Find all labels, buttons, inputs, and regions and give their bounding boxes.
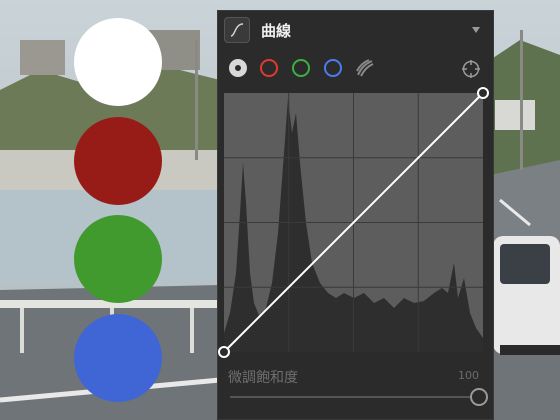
curve-point-black[interactable]: [218, 346, 230, 358]
saturation-label: 微調飽和度: [228, 370, 298, 386]
white-swatch: [74, 18, 162, 106]
curves-panel: 曲線 微調飽和度 100: [217, 10, 494, 420]
blue-channel-button[interactable]: [324, 59, 342, 77]
curve-graph[interactable]: [218, 87, 489, 358]
triangle-down-icon[interactable]: [471, 25, 481, 35]
curve-icon: [230, 23, 244, 37]
red-channel-button[interactable]: [260, 59, 278, 77]
red-swatch: [74, 117, 162, 205]
saturation-swirl-icon[interactable]: [355, 58, 375, 78]
saturation-value: 100: [458, 369, 479, 382]
channel-selector: [218, 55, 493, 81]
panel-title: 曲線: [261, 22, 292, 40]
rgb-channel-button[interactable]: [229, 59, 247, 77]
green-channel-button[interactable]: [292, 59, 310, 77]
green-swatch: [74, 215, 162, 303]
saturation-slider-track[interactable]: [230, 396, 470, 398]
panel-header: 曲線: [218, 11, 493, 51]
curve-tool-button[interactable]: [224, 17, 250, 43]
curve-point-white[interactable]: [477, 87, 489, 99]
blue-swatch: [74, 314, 162, 402]
target-picker-icon[interactable]: [461, 59, 481, 79]
saturation-slider-thumb[interactable]: [470, 388, 488, 406]
